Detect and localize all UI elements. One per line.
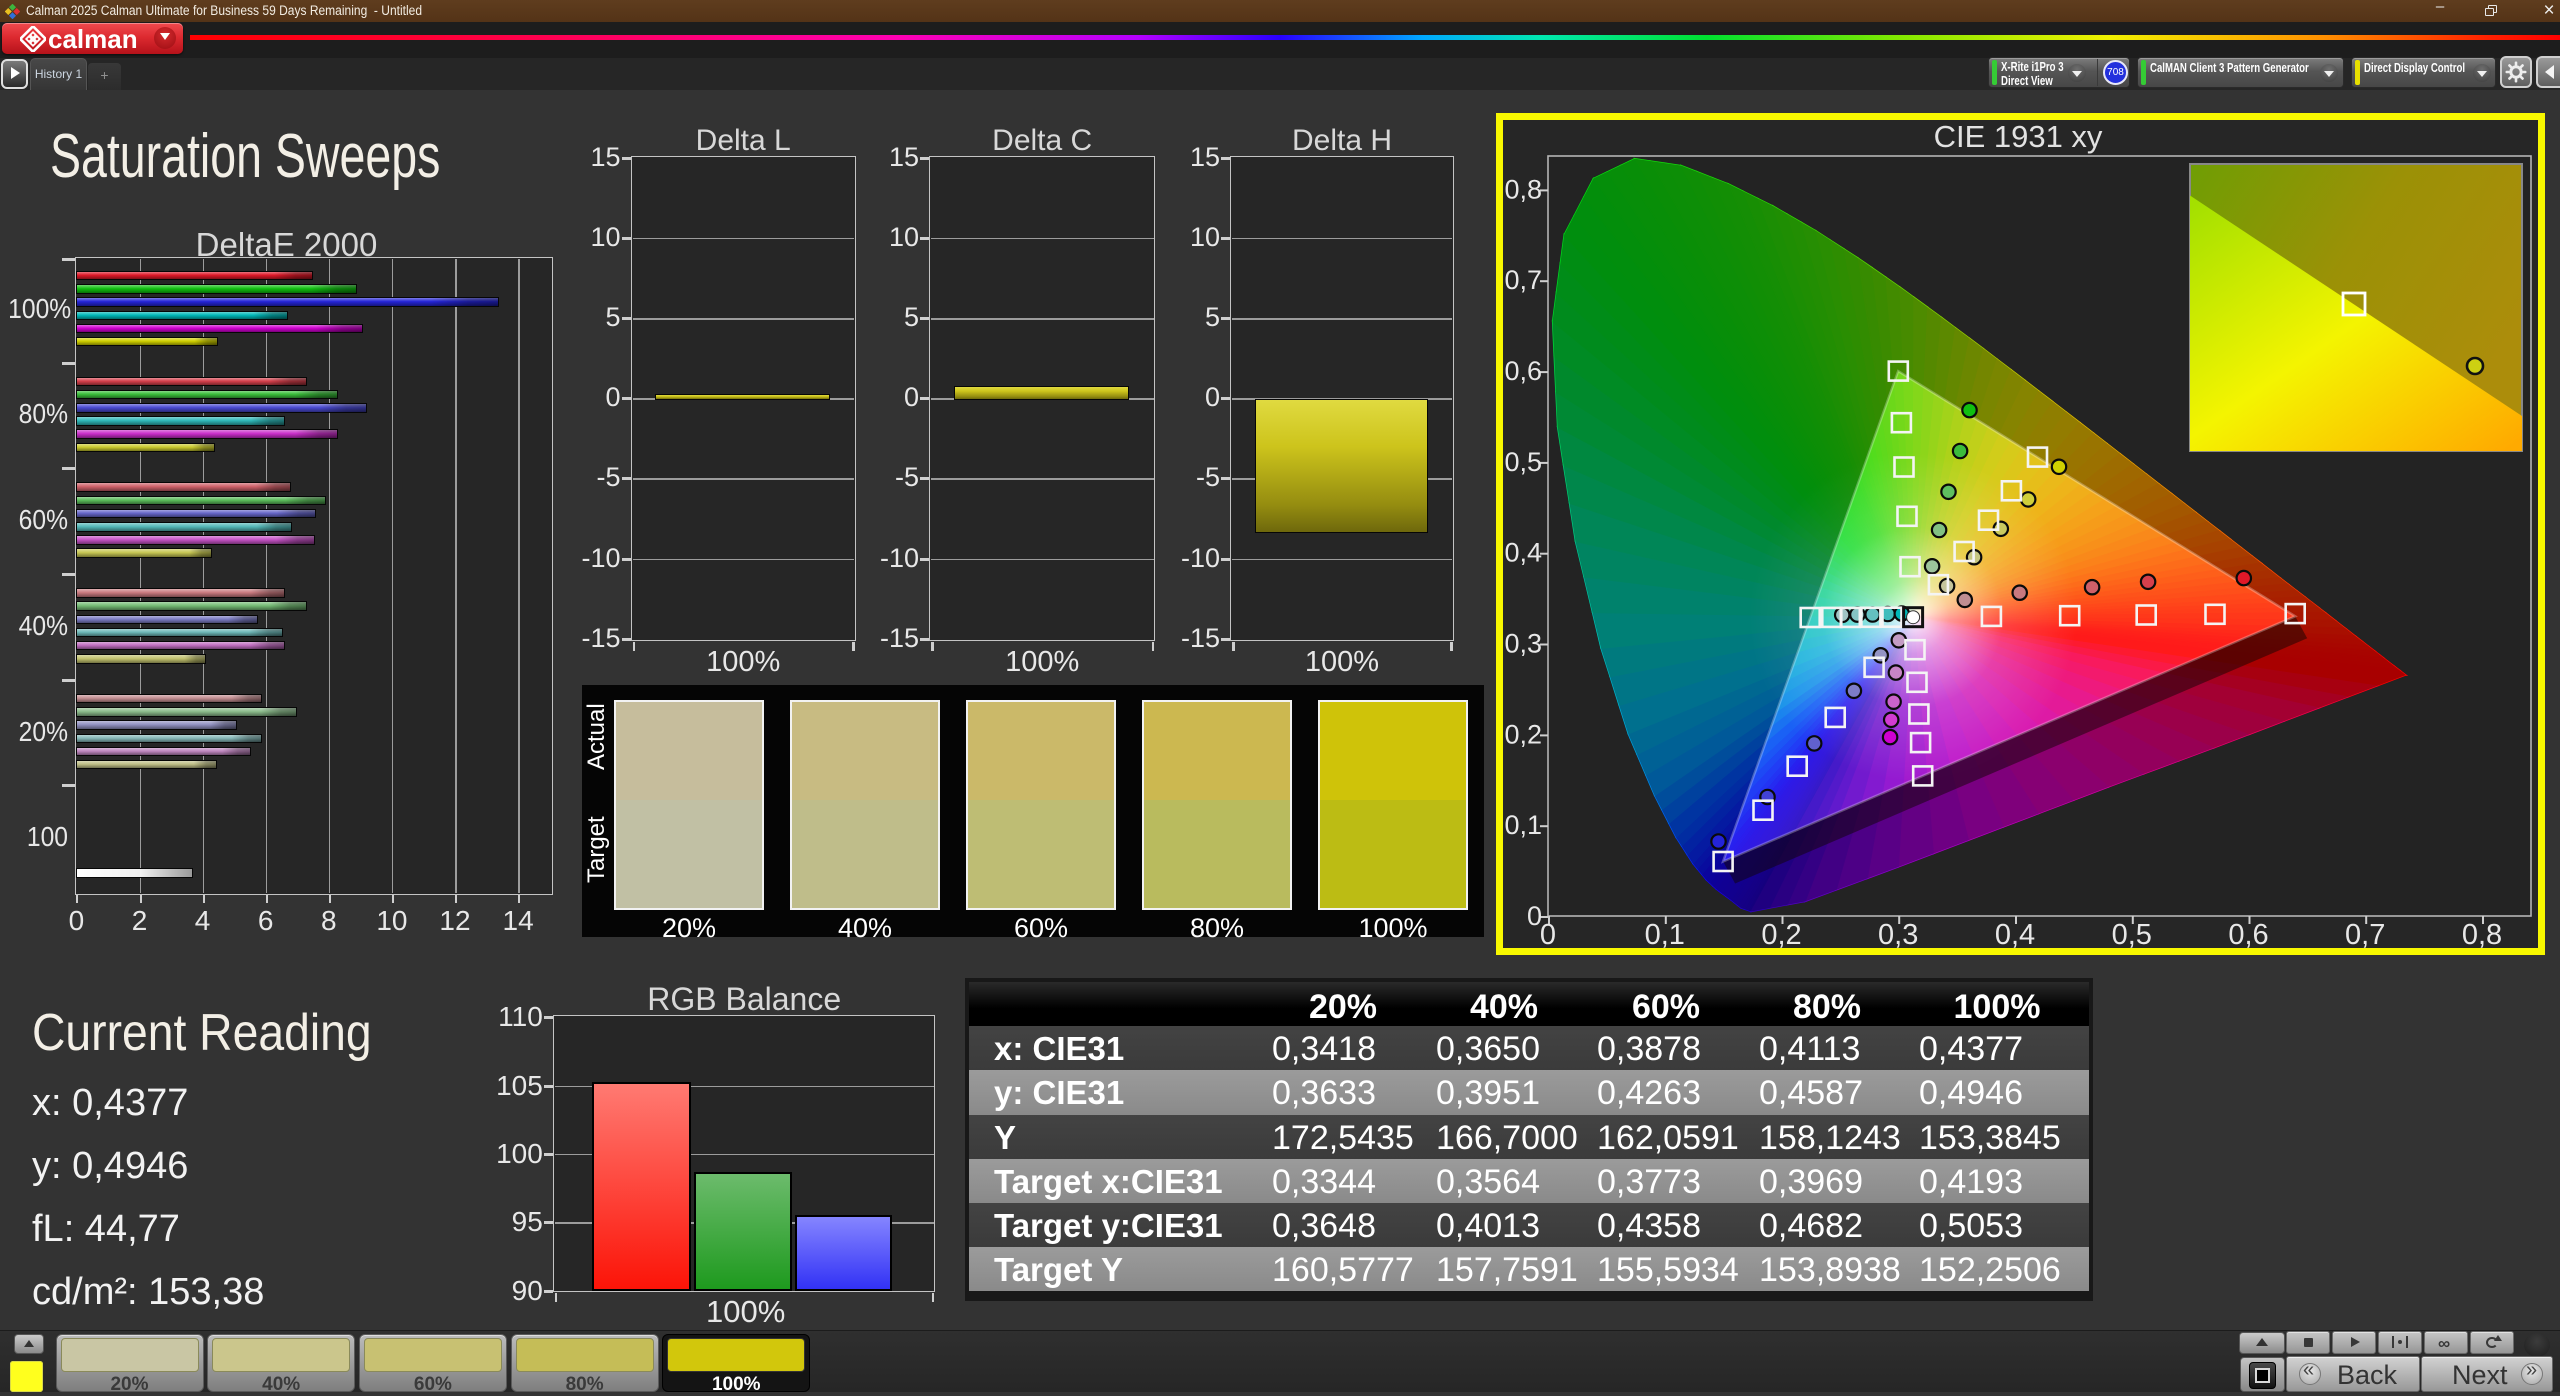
svg-text:CIE 1931 xy: CIE 1931 xy — [1934, 119, 2103, 154]
svg-text:0,7: 0,7 — [2345, 919, 2385, 951]
svg-text:0,8: 0,8 — [2462, 919, 2502, 951]
svg-text:0,8: 0,8 — [1504, 174, 1542, 204]
svg-text:0,4: 0,4 — [1995, 919, 2035, 951]
svg-text:0,1: 0,1 — [1504, 810, 1542, 840]
svg-text:0,4: 0,4 — [1504, 538, 1542, 568]
svg-text:0,6: 0,6 — [1504, 356, 1542, 386]
svg-text:0,2: 0,2 — [1504, 719, 1542, 749]
svg-text:0,7: 0,7 — [1504, 265, 1542, 295]
svg-text:0,6: 0,6 — [2228, 919, 2268, 951]
svg-text:0: 0 — [1540, 919, 1556, 951]
svg-text:0,5: 0,5 — [2112, 919, 2152, 951]
svg-text:0,3: 0,3 — [1504, 629, 1542, 659]
svg-text:0: 0 — [1527, 901, 1542, 931]
svg-text:0,1: 0,1 — [1645, 919, 1685, 951]
svg-text:0,3: 0,3 — [1878, 919, 1918, 951]
svg-text:0,5: 0,5 — [1504, 447, 1542, 477]
svg-text:0,2: 0,2 — [1761, 919, 1801, 951]
